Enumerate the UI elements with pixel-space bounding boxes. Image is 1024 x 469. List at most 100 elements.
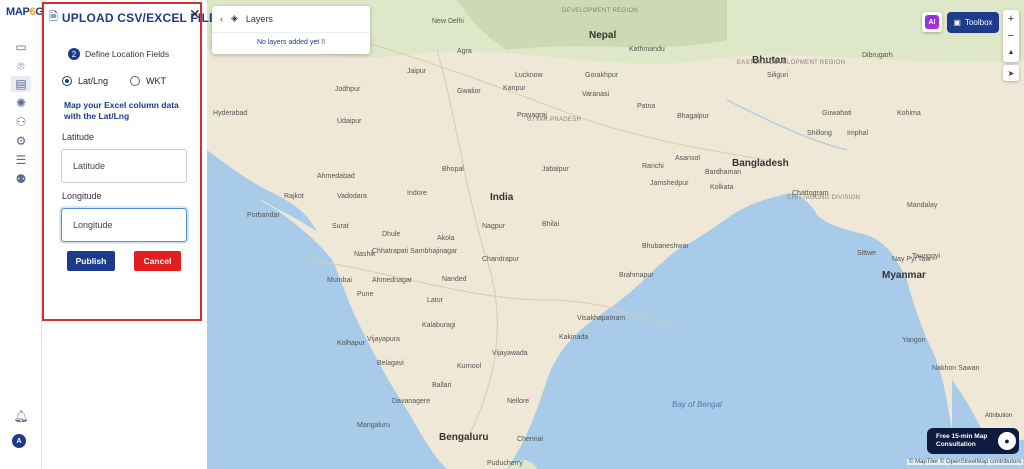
map-label: Akola (437, 235, 455, 242)
map-label: Chhatrapati Sambhajinagar (372, 248, 458, 255)
compass-icon[interactable]: ▲ (1003, 44, 1019, 61)
map-label: Jaipur (407, 68, 427, 75)
map-label: Kanpur (503, 85, 526, 92)
map-label: UTTAR PRADESH (527, 117, 582, 123)
map-label: Chandrapur (482, 256, 519, 263)
map-label: Imphal (847, 130, 869, 137)
upload-file-icon[interactable]: ▤ (11, 76, 31, 92)
group-icon[interactable]: ⚉ (11, 171, 31, 187)
map-label: Bardhaman (705, 169, 742, 176)
toolbox-button[interactable]: ▣ Toolbox (947, 12, 999, 33)
map-label: Yangon (902, 337, 926, 344)
map-label: Bay of Bengal (672, 400, 722, 409)
map-label: Kathmandu (629, 46, 665, 53)
layers-header[interactable]: ‹ ◈ Layers (220, 13, 273, 24)
map-label: Ahmednagar (372, 277, 413, 284)
map-label: Agra (457, 48, 472, 55)
map-label: Gorakhpur (585, 72, 619, 79)
longitude-field[interactable]: Longitude (61, 208, 187, 242)
map-label: Kakinada (559, 334, 589, 341)
map-label: Jodhpur (335, 86, 361, 93)
locate-icon[interactable]: ➤ (1003, 65, 1019, 81)
app-logo[interactable]: MAP6G (6, 6, 44, 18)
file-icon: 🗎︎ (49, 11, 58, 23)
cancel-button[interactable]: Cancel (134, 251, 181, 271)
avatar[interactable]: A (12, 434, 26, 448)
map-label: Myanmar (882, 270, 926, 281)
map-label: Nagpur (482, 223, 505, 230)
left-icon-rail: MAP6G ▭ ⌾ ▤ ✺ ⚇ ⚙ ☰ ⚉ 🔔︎ A (0, 0, 44, 469)
map-label: Latur (427, 297, 443, 304)
map-label: Siliguri (767, 72, 789, 79)
pin-icon[interactable]: ⌾ (11, 58, 31, 74)
step-number: 2 (68, 48, 80, 60)
map-icon[interactable]: ▭ (11, 39, 31, 55)
map-label: Sittwe (857, 250, 877, 257)
attribution-short[interactable]: Attribution (985, 413, 1012, 419)
latitude-field[interactable]: Latitude (61, 149, 187, 183)
map-label: Patna (637, 103, 656, 110)
publish-button[interactable]: Publish (67, 251, 115, 271)
chevron-left-icon[interactable]: ‹ (220, 14, 223, 24)
zoom-in-button[interactable]: + (1003, 10, 1019, 27)
layers-title: Layers (245, 13, 273, 24)
chat-icon[interactable]: ● (998, 432, 1016, 450)
radio-wkt[interactable] (130, 76, 141, 86)
map-label: Belagavi (377, 360, 404, 367)
map-label: Asansol (675, 155, 700, 162)
settings-icon[interactable]: ✺ (11, 95, 31, 111)
map-label: Davanagere (392, 398, 431, 405)
map-label: Nakhon Sawan (932, 365, 980, 372)
map-label: Mangaluru (357, 422, 391, 429)
location-type-radio-group: Lat/Lng WKT (62, 76, 166, 86)
map-label: Kolkata (710, 184, 734, 191)
map-label: New Delhi (432, 18, 464, 25)
gear-icon[interactable]: ⚙ (11, 133, 31, 149)
map-attribution[interactable]: © MapTiler © OpenStreetMap contributors (907, 459, 1024, 465)
map-label: CHITTAGONG DIVISION (787, 195, 861, 201)
map-label: Dhule (382, 231, 401, 238)
map-label: Ahmedabad (317, 173, 355, 180)
map-label: Kolhapur (337, 340, 366, 347)
map-label: Udaipur (337, 118, 362, 125)
radio-latlng-label[interactable]: Lat/Lng (78, 76, 108, 86)
layers-panel: ‹ ◈ Layers No layers added yet !! (212, 6, 370, 54)
map-canvas[interactable]: New Delhi Nepal Kathmandu Bhutan Jaipur Luckn… (207, 0, 1024, 469)
zoom-out-button[interactable]: − (1003, 27, 1019, 44)
map-label: Indore (407, 190, 427, 197)
step-label: Define Location Fields (85, 49, 170, 59)
map-label: India (490, 192, 514, 203)
map-label: Kalaburagi (422, 322, 456, 329)
bell-icon[interactable]: 🔔︎ (11, 408, 31, 424)
map-label: Nanded (442, 276, 467, 283)
latitude-label: Latitude (62, 132, 95, 142)
map-label: Jamshedpur (650, 180, 689, 187)
map-label: Gwalior (457, 88, 481, 95)
longitude-label: Longitude (62, 191, 102, 201)
radio-wkt-label[interactable]: WKT (146, 76, 166, 86)
step-indicator: 2 Define Location Fields (68, 48, 169, 60)
map-label: Ranchi (642, 163, 664, 170)
map-label: Puducherry (487, 460, 523, 467)
map-label: Vijayapura (367, 336, 400, 343)
toolbox-label: Toolbox (964, 18, 993, 27)
map-label: Kurnool (457, 363, 482, 370)
close-icon[interactable]: ✕ (189, 6, 201, 23)
map-label: Kohima (897, 110, 921, 117)
radio-latlng[interactable] (62, 76, 72, 86)
zoom-control: + − ▲ (1003, 10, 1019, 62)
map-label: Brahmapur (619, 272, 654, 279)
map-label: Visakhapatnam (577, 315, 626, 322)
map-label: Dibrugarh (862, 52, 893, 59)
ai-button[interactable]: AI (922, 12, 942, 32)
list-icon[interactable]: ☰ (11, 152, 31, 168)
map-label: Lucknow (515, 72, 543, 79)
map-label: Ballari (432, 382, 452, 389)
map-label: Bhagalpur (677, 113, 709, 120)
mapping-hint: Map your Excel column data with the Lat/… (64, 100, 179, 121)
map-label: Varanasi (582, 91, 610, 98)
map-label: Hyderabad (213, 110, 248, 117)
people-icon[interactable]: ⚇ (11, 114, 31, 130)
map-label: Mandalay (907, 202, 938, 209)
map-label: Mumbai (327, 277, 352, 284)
